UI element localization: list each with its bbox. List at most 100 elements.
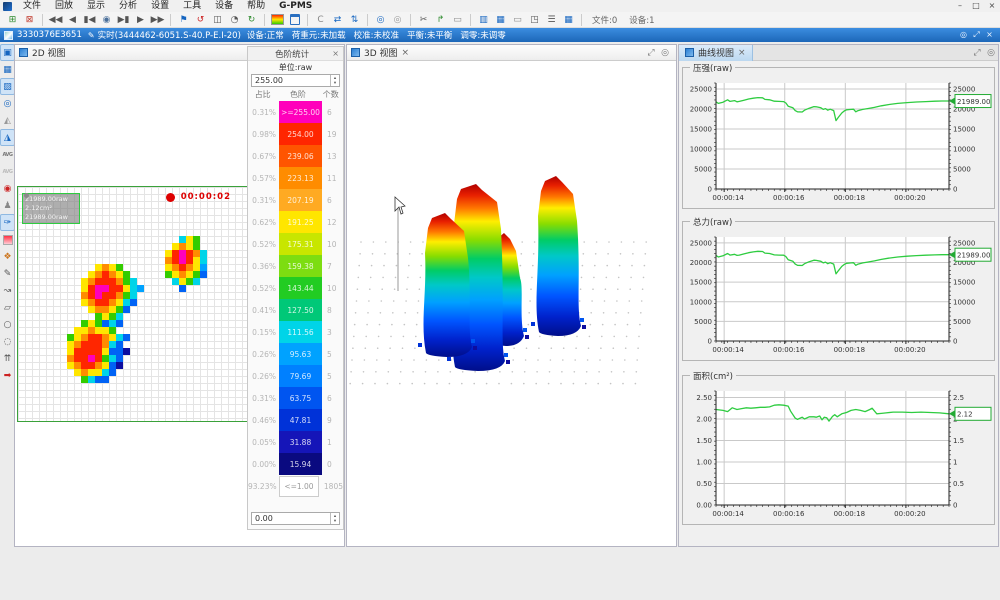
- close-button[interactable]: ×: [984, 0, 1000, 12]
- settings-icon[interactable]: ◎: [984, 48, 998, 58]
- legend-row: 0.31%>=255.006: [248, 101, 343, 123]
- left-tool-palette: ▣ ▦ ▨ ◎ ◭ ◮ AVG AVG ◉ ♟ ✑ ❖ ✎ ↝ ▱ ○ ◌ ⇈ ➡: [0, 45, 15, 385]
- close-icon[interactable]: ×: [983, 30, 996, 40]
- heatmap-cell: [123, 285, 130, 292]
- menu-item-2[interactable]: 显示: [80, 0, 112, 12]
- tab-curves[interactable]: 曲线视图 ×: [679, 45, 753, 61]
- gradient-icon[interactable]: [1, 232, 14, 247]
- fast-forward-icon[interactable]: ▶▶: [150, 13, 165, 27]
- list-icon[interactable]: ☰: [544, 13, 559, 27]
- legend-color-cell: 159.38: [279, 255, 322, 277]
- layout-frame-icon[interactable]: ▭: [510, 13, 525, 27]
- export-icon[interactable]: ↱: [433, 13, 448, 27]
- status-field-1: 荷重元:未加载: [292, 29, 346, 41]
- stamp-icon[interactable]: ♟: [1, 198, 14, 213]
- spinner-icon[interactable]: ▴▾: [330, 75, 339, 86]
- grid-icon[interactable]: ▦: [561, 13, 576, 27]
- heatmap-grid[interactable]: 21989.00raw2.12cm²21989.00raw 00:00:02: [17, 186, 248, 422]
- rewind-icon[interactable]: ◀◀: [48, 13, 63, 27]
- settings-icon[interactable]: ◎: [957, 30, 970, 40]
- step-back-icon[interactable]: ◀: [65, 13, 80, 27]
- frame-icon[interactable]: ▭: [450, 13, 465, 27]
- refresh-icon[interactable]: C: [313, 13, 328, 27]
- pin-icon[interactable]: ⚑: [176, 13, 191, 27]
- trash-icon[interactable]: [287, 13, 302, 27]
- avg-icon[interactable]: AVG: [1, 147, 14, 162]
- heatmap-cell: [116, 355, 123, 362]
- heatmap-cell: [165, 264, 172, 271]
- quad-color-icon[interactable]: ❖: [1, 249, 14, 264]
- heatmap-cell: [200, 250, 207, 257]
- close-view-icon[interactable]: ⊠: [22, 13, 37, 27]
- legend-count: 8: [322, 306, 343, 315]
- view-2d-icon[interactable]: ▣: [1, 45, 14, 60]
- heatmap-cell: [95, 362, 102, 369]
- avg-gray-icon[interactable]: AVG: [1, 164, 14, 179]
- paint-icon[interactable]: ▨: [1, 79, 14, 94]
- polygon-icon[interactable]: ▱: [1, 300, 14, 315]
- monitor-icon[interactable]: ◳: [527, 13, 542, 27]
- edit-icon[interactable]: ✎: [88, 31, 95, 40]
- prism-blue-icon[interactable]: ◮: [1, 130, 14, 145]
- colorbar-icon[interactable]: [270, 13, 285, 27]
- gauge-icon[interactable]: ◔: [227, 13, 242, 27]
- legend-min-input[interactable]: 0.00 ▴▾: [251, 512, 340, 525]
- circle-dashed-icon[interactable]: ◌: [1, 334, 14, 349]
- heatmap-cell: [109, 292, 116, 299]
- loop-icon[interactable]: ↺: [193, 13, 208, 27]
- heatmap-cell: [109, 341, 116, 348]
- target-blue-icon[interactable]: ◎: [373, 13, 388, 27]
- probe-icon[interactable]: ✑: [1, 215, 14, 230]
- swap-vertical-icon[interactable]: ⇅: [347, 13, 362, 27]
- video-icon[interactable]: ◫: [210, 13, 225, 27]
- record-icon[interactable]: ◉: [99, 13, 114, 27]
- expand-icon[interactable]: ⤢: [644, 48, 658, 58]
- legend-close-icon[interactable]: ×: [332, 49, 339, 58]
- menu-item-7[interactable]: 帮助: [240, 0, 272, 12]
- layout-3col-icon[interactable]: ▦: [493, 13, 508, 27]
- menu-item-3[interactable]: 分析: [112, 0, 144, 12]
- swap-horizontal-icon[interactable]: ⇄: [330, 13, 345, 27]
- legend-percent: 0.36%: [248, 262, 276, 271]
- heatmap-cell: [116, 362, 123, 369]
- arrows-up-icon[interactable]: ⇈: [1, 351, 14, 366]
- export-run-icon[interactable]: ➡: [1, 368, 14, 383]
- cut-icon[interactable]: ✂: [416, 13, 431, 27]
- legend-row: 0.00%15.940: [248, 453, 343, 475]
- surface-3d-view[interactable]: [347, 61, 676, 546]
- maximize-button[interactable]: □: [968, 0, 984, 12]
- legend-percent: 0.67%: [248, 152, 276, 161]
- heatmap-cell: [81, 369, 88, 376]
- panel-3d-close-icon[interactable]: ×: [402, 48, 410, 58]
- settings-icon[interactable]: ◎: [658, 48, 672, 58]
- expand-icon[interactable]: ⤢: [970, 30, 983, 40]
- add-view-icon[interactable]: ⊞: [5, 13, 20, 27]
- expand-icon[interactable]: ⤢: [970, 48, 984, 58]
- layout-2col-icon[interactable]: ▥: [476, 13, 491, 27]
- menu-item-6[interactable]: 设备: [208, 0, 240, 12]
- ellipse-icon[interactable]: ○: [1, 317, 14, 332]
- pencil-icon[interactable]: ✎: [1, 266, 14, 281]
- target-gray-icon[interactable]: ◎: [390, 13, 405, 27]
- record-target-icon[interactable]: ◉: [1, 181, 14, 196]
- polyline-icon[interactable]: ↝: [1, 283, 14, 298]
- spinner-icon[interactable]: ▴▾: [330, 513, 339, 524]
- go-end-icon[interactable]: ▶▮: [116, 13, 131, 27]
- svg-text:25000: 25000: [953, 239, 975, 247]
- go-start-icon[interactable]: ▮◀: [82, 13, 97, 27]
- sync-icon[interactable]: ↻: [244, 13, 259, 27]
- minimize-button[interactable]: –: [952, 0, 968, 12]
- menu-item-5[interactable]: 工具: [176, 0, 208, 12]
- svg-text:0: 0: [953, 502, 957, 510]
- heatmap-cell: [88, 355, 95, 362]
- prism-gray-icon[interactable]: ◭: [1, 113, 14, 128]
- menu-item-8[interactable]: G-PMS: [272, 0, 319, 12]
- step-forward-icon[interactable]: ▶: [133, 13, 148, 27]
- tab-curves-close-icon[interactable]: ×: [738, 48, 746, 58]
- view-grid-icon[interactable]: ▦: [1, 62, 14, 77]
- legend-max-input[interactable]: 255.00 ▴▾: [251, 74, 340, 87]
- menu-item-4[interactable]: 设置: [144, 0, 176, 12]
- menu-item-1[interactable]: 回放: [48, 0, 80, 12]
- menu-item-0[interactable]: 文件: [16, 0, 48, 12]
- target-icon[interactable]: ◎: [1, 96, 14, 111]
